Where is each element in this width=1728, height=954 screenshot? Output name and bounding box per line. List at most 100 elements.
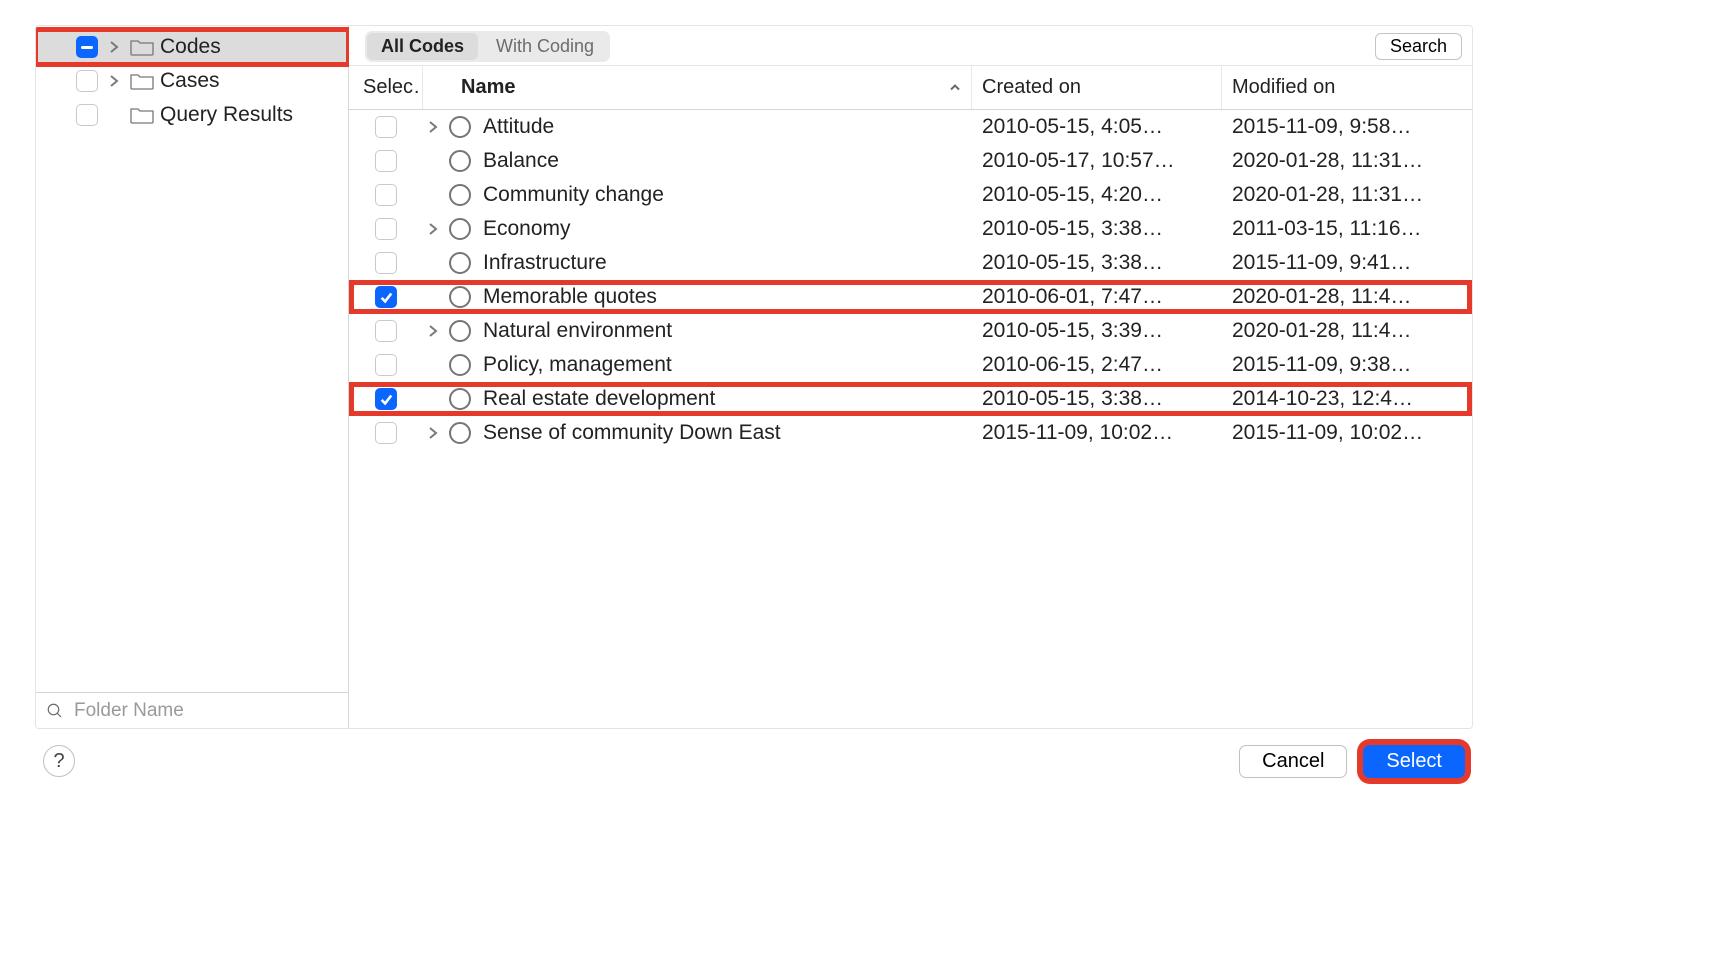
row-modified: 2015-11-09, 9:58…: [1222, 115, 1472, 139]
row-checkbox[interactable]: [375, 320, 397, 342]
row-modified: 2015-11-09, 10:02…: [1222, 421, 1472, 445]
row-name: Sense of community Down East: [483, 421, 781, 445]
sidebar-checkbox[interactable]: [76, 70, 98, 92]
row-modified: 2015-11-09, 9:38…: [1222, 353, 1472, 377]
row-name: Natural environment: [483, 319, 672, 343]
seg-all-codes[interactable]: All Codes: [367, 33, 478, 60]
row-modified: 2011-03-15, 11:16…: [1222, 217, 1472, 241]
node-icon: [449, 320, 471, 342]
row-modified: 2020-01-28, 11:4…: [1222, 285, 1472, 309]
table-row[interactable]: Sense of community Down East 2015-11-09, …: [349, 416, 1472, 450]
row-checkbox[interactable]: [375, 116, 397, 138]
row-checkbox[interactable]: [375, 354, 397, 376]
chevron-right-icon[interactable]: [423, 120, 443, 134]
folder-icon: [130, 72, 154, 90]
chevron-right-icon[interactable]: [423, 426, 443, 440]
row-checkbox[interactable]: [375, 252, 397, 274]
chevron-right-icon[interactable]: [104, 40, 124, 54]
sidebar-search: [36, 692, 348, 728]
row-created: 2010-05-15, 4:05…: [972, 115, 1222, 139]
seg-with-coding[interactable]: With Coding: [482, 33, 608, 60]
sidebar-item-label: Codes: [160, 35, 221, 59]
row-checkbox[interactable]: [375, 388, 397, 410]
search-icon: [46, 702, 64, 720]
row-created: 2010-05-15, 3:38…: [972, 251, 1222, 275]
help-button[interactable]: ?: [43, 745, 75, 777]
row-created: 2010-05-15, 3:38…: [972, 387, 1222, 411]
sidebar-item-label: Cases: [160, 69, 220, 93]
sidebar-item-cases[interactable]: Cases: [36, 64, 348, 98]
table-row[interactable]: Natural environment 2010-05-15, 3:39…2020…: [349, 314, 1472, 348]
table-row[interactable]: Policy, management 2010-06-15, 2:47…2015-…: [349, 348, 1472, 382]
row-name: Economy: [483, 217, 571, 241]
row-modified: 2014-10-23, 12:4…: [1222, 387, 1472, 411]
row-created: 2015-11-09, 10:02…: [972, 421, 1222, 445]
main-panel: All Codes With Coding Search Selec… Name…: [349, 26, 1472, 728]
node-icon: [449, 116, 471, 138]
search-button[interactable]: Search: [1375, 33, 1462, 60]
folder-icon: [130, 38, 154, 56]
row-created: 2010-06-15, 2:47…: [972, 353, 1222, 377]
col-select[interactable]: Selec…: [349, 66, 423, 109]
sidebar-tree: Codes Cases Query Results: [36, 26, 348, 692]
col-name-label: Name: [461, 76, 515, 99]
row-name: Policy, management: [483, 353, 672, 377]
node-icon: [449, 184, 471, 206]
table-row[interactable]: Memorable quotes2010-06-01, 7:47…2020-01…: [349, 280, 1472, 314]
segmented-control: All Codes With Coding: [365, 31, 610, 62]
cancel-button[interactable]: Cancel: [1239, 745, 1347, 778]
row-name: Infrastructure: [483, 251, 607, 275]
row-created: 2010-05-15, 3:39…: [972, 319, 1222, 343]
row-checkbox[interactable]: [375, 422, 397, 444]
sidebar-checkbox[interactable]: [76, 36, 98, 58]
folder-name-input[interactable]: [72, 699, 338, 723]
chevron-right-icon[interactable]: [104, 74, 124, 88]
sidebar-item-label: Query Results: [160, 103, 293, 127]
table-row[interactable]: Infrastructure 2010-05-15, 3:38…2015-11-0…: [349, 246, 1472, 280]
row-name: Memorable quotes: [483, 285, 657, 309]
col-name[interactable]: Name: [423, 66, 972, 109]
row-name: Balance: [483, 149, 559, 173]
chevron-right-icon[interactable]: [423, 324, 443, 338]
node-icon: [449, 354, 471, 376]
table-body: Attitude 2010-05-15, 4:05…2015-11-09, 9:5…: [349, 110, 1472, 728]
select-button[interactable]: Select: [1363, 745, 1465, 778]
toolbar: All Codes With Coding Search: [349, 26, 1472, 66]
node-icon: [449, 286, 471, 308]
sidebar-item-codes[interactable]: Codes: [36, 30, 348, 64]
row-checkbox[interactable]: [375, 184, 397, 206]
row-name: Real estate development: [483, 387, 715, 411]
row-modified: 2020-01-28, 11:4…: [1222, 319, 1472, 343]
sidebar-item-query-results[interactable]: Query Results: [36, 98, 348, 132]
row-created: 2010-05-15, 4:20…: [972, 183, 1222, 207]
sort-asc-icon: [949, 76, 961, 99]
row-created: 2010-05-15, 3:38…: [972, 217, 1222, 241]
row-checkbox[interactable]: [375, 218, 397, 240]
col-created[interactable]: Created on: [972, 66, 1222, 109]
sidebar-checkbox[interactable]: [76, 104, 98, 126]
node-icon: [449, 150, 471, 172]
col-modified[interactable]: Modified on: [1222, 66, 1472, 109]
table-row[interactable]: Balance 2010-05-17, 10:57…2020-01-28, 11:…: [349, 144, 1472, 178]
node-icon: [449, 422, 471, 444]
table-row[interactable]: Real estate development 2010-05-15, 3:38……: [349, 382, 1472, 416]
table-row[interactable]: Attitude 2010-05-15, 4:05…2015-11-09, 9:5…: [349, 110, 1472, 144]
row-name: Community change: [483, 183, 664, 207]
dialog-footer: ? Cancel Select: [35, 729, 1473, 793]
table-row[interactable]: Economy 2010-05-15, 3:38…2011-03-15, 11:1…: [349, 212, 1472, 246]
sidebar: Codes Cases Query Results: [36, 26, 349, 728]
table-header: Selec… Name Created on Modified on: [349, 66, 1472, 110]
row-checkbox[interactable]: [375, 286, 397, 308]
table-row[interactable]: Community change 2010-05-15, 4:20…2020-01…: [349, 178, 1472, 212]
row-name: Attitude: [483, 115, 554, 139]
folder-icon: [130, 106, 154, 124]
node-icon: [449, 252, 471, 274]
row-created: 2010-05-17, 10:57…: [972, 149, 1222, 173]
row-modified: 2020-01-28, 11:31…: [1222, 183, 1472, 207]
node-icon: [449, 388, 471, 410]
row-modified: 2020-01-28, 11:31…: [1222, 149, 1472, 173]
row-checkbox[interactable]: [375, 150, 397, 172]
node-icon: [449, 218, 471, 240]
chevron-right-icon[interactable]: [423, 222, 443, 236]
row-modified: 2015-11-09, 9:41…: [1222, 251, 1472, 275]
